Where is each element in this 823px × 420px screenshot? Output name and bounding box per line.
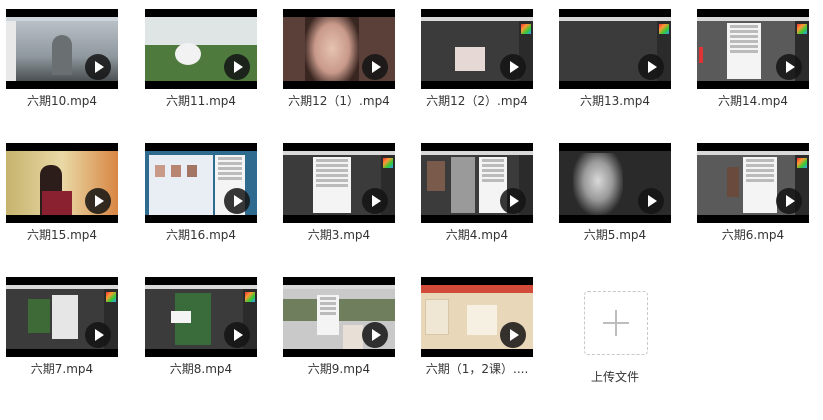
- file-item[interactable]: 六期13.mp4: [553, 0, 683, 120]
- file-item[interactable]: 六期12（2）.mp4: [415, 0, 545, 120]
- play-icon[interactable]: [776, 54, 802, 80]
- file-item[interactable]: 六期（1，2课）....: [415, 268, 545, 388]
- file-name[interactable]: 六期10.mp4: [0, 92, 124, 109]
- play-icon[interactable]: [500, 188, 526, 214]
- file-item[interactable]: 六期11.mp4: [139, 0, 269, 120]
- video-thumbnail[interactable]: [6, 277, 118, 357]
- video-thumbnail[interactable]: [421, 277, 533, 357]
- play-icon[interactable]: [776, 188, 802, 214]
- file-name[interactable]: 六期8.mp4: [139, 360, 263, 377]
- play-icon[interactable]: [85, 322, 111, 348]
- play-icon[interactable]: [362, 54, 388, 80]
- file-item[interactable]: 六期14.mp4: [691, 0, 821, 120]
- file-name[interactable]: 六期12（1）.mp4: [277, 92, 401, 109]
- file-item[interactable]: 六期16.mp4: [139, 134, 269, 254]
- upload-item[interactable]: 上传文件: [560, 278, 690, 398]
- file-name[interactable]: 六期（1，2课）....: [415, 360, 539, 377]
- play-icon[interactable]: [638, 54, 664, 80]
- video-thumbnail[interactable]: [145, 143, 257, 223]
- file-name[interactable]: 六期16.mp4: [139, 226, 263, 243]
- play-icon[interactable]: [85, 188, 111, 214]
- video-thumbnail[interactable]: [6, 9, 118, 89]
- video-thumbnail[interactable]: [6, 143, 118, 223]
- file-item[interactable]: 六期3.mp4: [277, 134, 407, 254]
- play-icon[interactable]: [224, 322, 250, 348]
- file-item[interactable]: 六期4.mp4: [415, 134, 545, 254]
- file-name[interactable]: 六期14.mp4: [691, 92, 815, 109]
- file-grid: 六期10.mp4 六期11.mp4 六期12（1）.mp4 六期12（2）.mp…: [0, 0, 823, 420]
- file-item[interactable]: 六期10.mp4: [0, 0, 130, 120]
- play-icon[interactable]: [224, 54, 250, 80]
- file-item[interactable]: 六期5.mp4: [553, 134, 683, 254]
- play-icon[interactable]: [362, 322, 388, 348]
- play-icon[interactable]: [362, 188, 388, 214]
- file-item[interactable]: 六期7.mp4: [0, 268, 130, 388]
- play-icon[interactable]: [85, 54, 111, 80]
- play-icon[interactable]: [500, 322, 526, 348]
- video-thumbnail[interactable]: [421, 143, 533, 223]
- file-name[interactable]: 六期11.mp4: [139, 92, 263, 109]
- video-thumbnail[interactable]: [145, 9, 257, 89]
- file-name[interactable]: 六期13.mp4: [553, 92, 677, 109]
- file-name[interactable]: 六期7.mp4: [0, 360, 124, 377]
- upload-label[interactable]: 上传文件: [560, 368, 670, 385]
- file-item[interactable]: 六期8.mp4: [139, 268, 269, 388]
- video-thumbnail[interactable]: [697, 143, 809, 223]
- file-item[interactable]: 六期12（1）.mp4: [277, 0, 407, 120]
- file-name[interactable]: 六期5.mp4: [553, 226, 677, 243]
- file-name[interactable]: 六期6.mp4: [691, 226, 815, 243]
- play-icon[interactable]: [224, 188, 250, 214]
- file-item[interactable]: 六期15.mp4: [0, 134, 130, 254]
- video-thumbnail[interactable]: [559, 9, 671, 89]
- play-icon[interactable]: [638, 188, 664, 214]
- file-name[interactable]: 六期12（2）.mp4: [415, 92, 539, 109]
- file-name[interactable]: 六期15.mp4: [0, 226, 124, 243]
- video-thumbnail[interactable]: [283, 277, 395, 357]
- video-thumbnail[interactable]: [697, 9, 809, 89]
- plus-icon[interactable]: [584, 291, 648, 355]
- file-name[interactable]: 六期3.mp4: [277, 226, 401, 243]
- video-thumbnail[interactable]: [283, 143, 395, 223]
- video-thumbnail[interactable]: [283, 9, 395, 89]
- play-icon[interactable]: [500, 54, 526, 80]
- file-item[interactable]: 六期9.mp4: [277, 268, 407, 388]
- file-name[interactable]: 六期4.mp4: [415, 226, 539, 243]
- video-thumbnail[interactable]: [145, 277, 257, 357]
- video-thumbnail[interactable]: [421, 9, 533, 89]
- video-thumbnail[interactable]: [559, 143, 671, 223]
- file-item[interactable]: 六期6.mp4: [691, 134, 821, 254]
- file-name[interactable]: 六期9.mp4: [277, 360, 401, 377]
